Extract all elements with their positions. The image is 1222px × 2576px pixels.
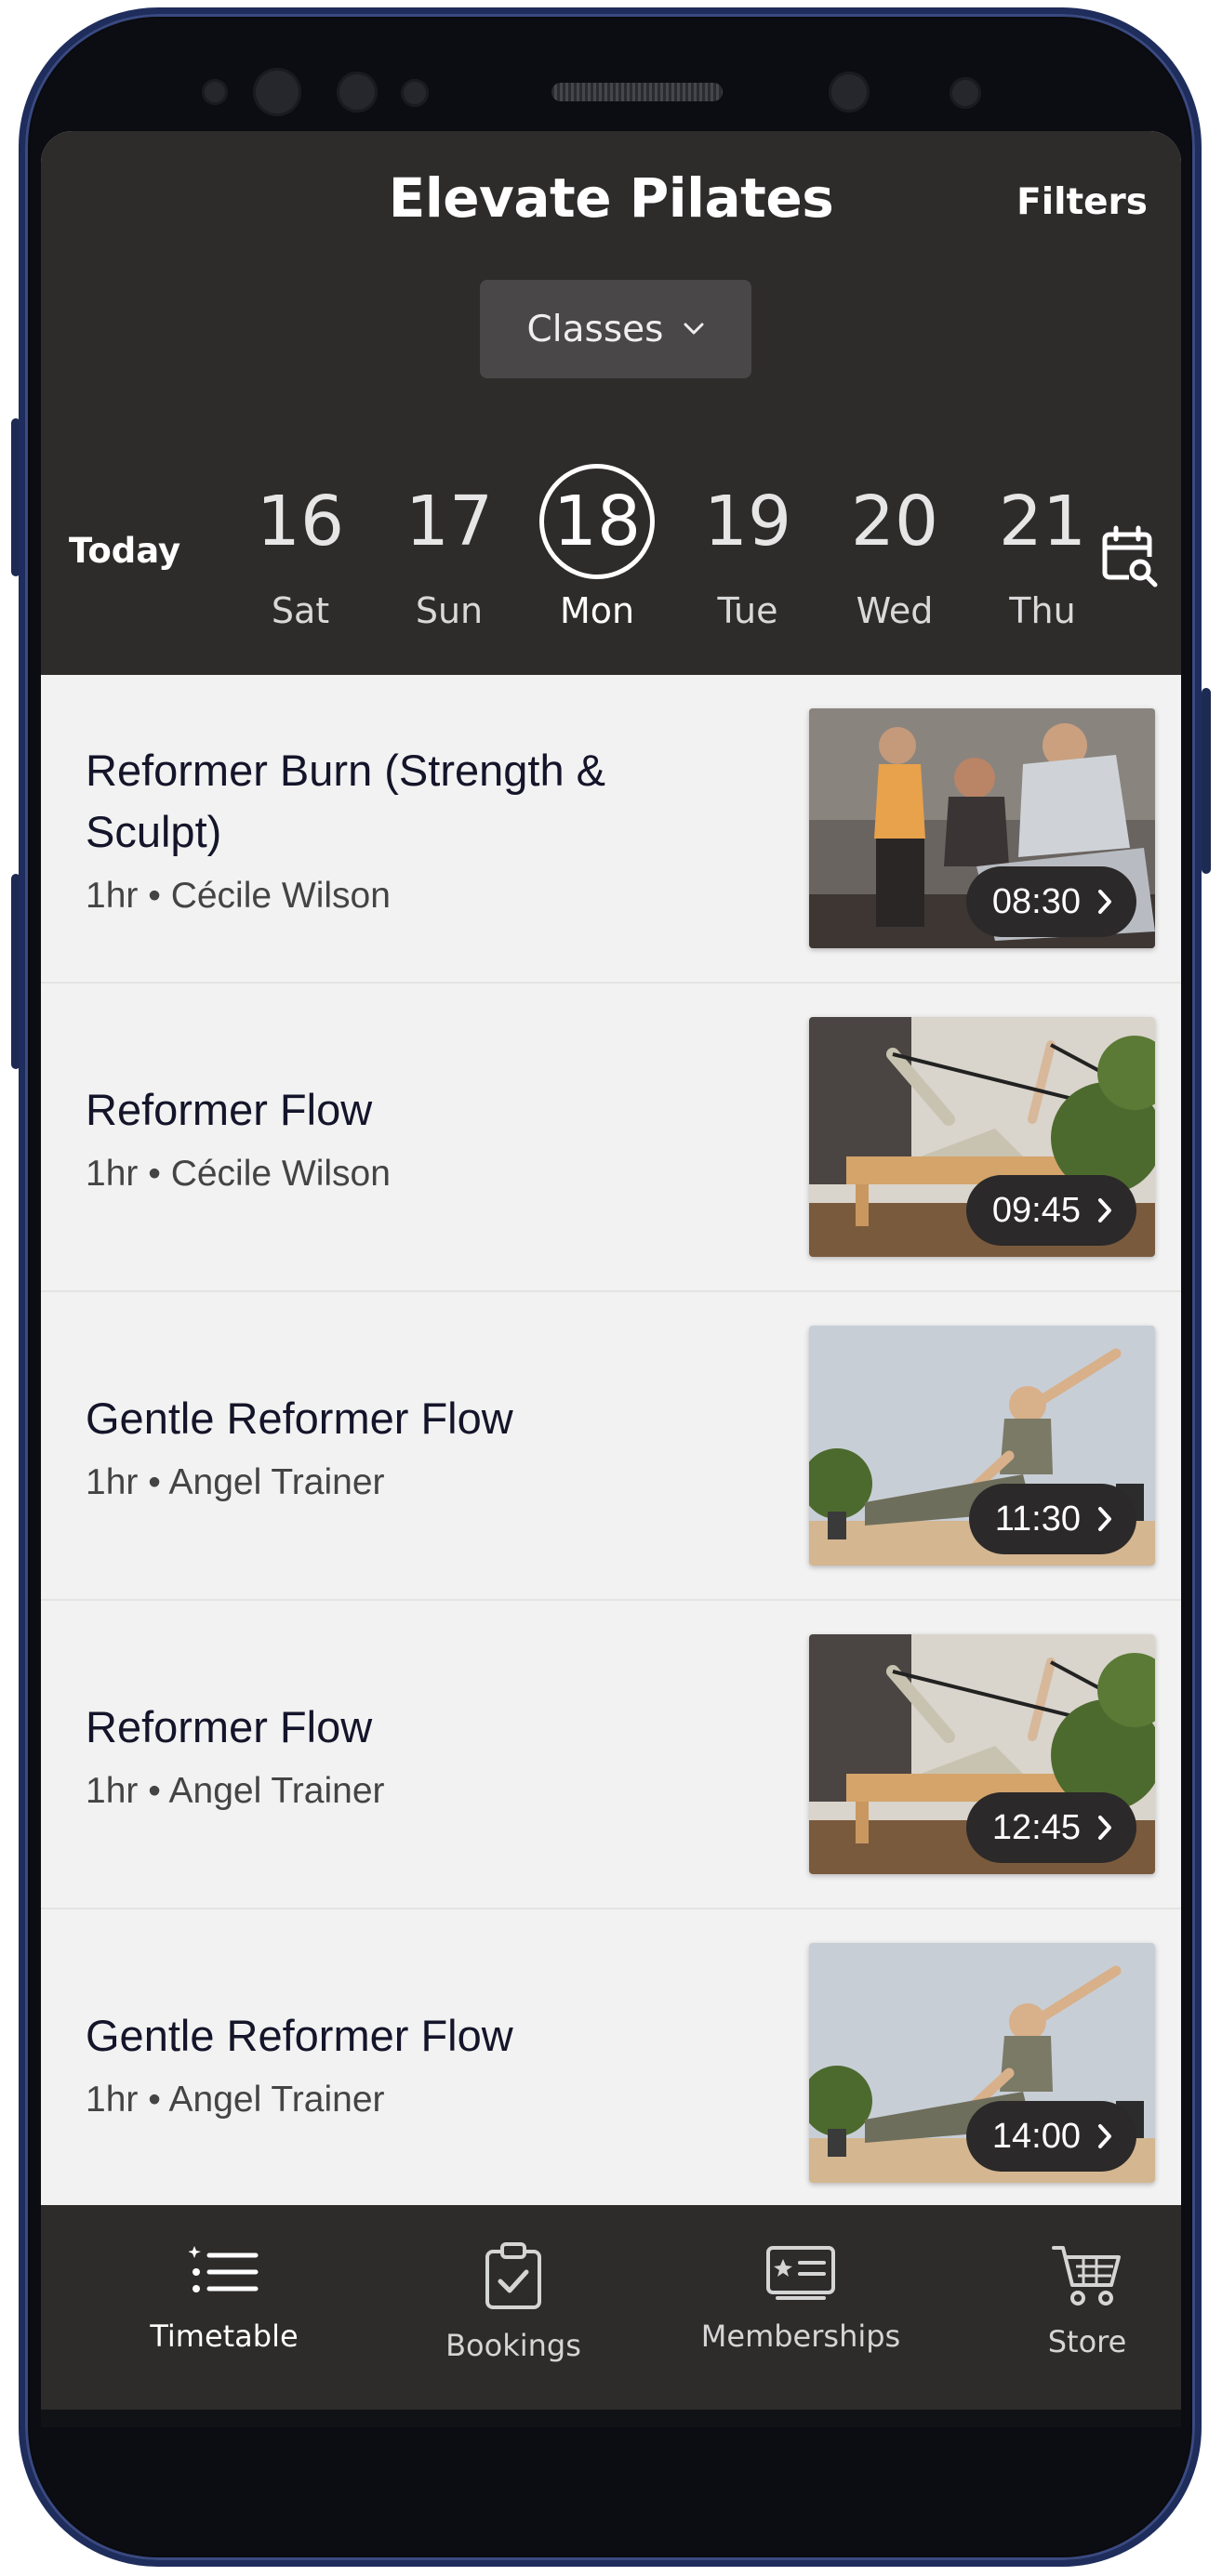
sensor [202, 79, 228, 105]
bottom-nav: Timetable Bookings Memberships Store [41, 2205, 1181, 2410]
class-time-button[interactable]: 11:30 [968, 1484, 1136, 1554]
tab-timetable[interactable]: Timetable [108, 2242, 340, 2354]
class-row[interactable]: Gentle Reformer Flow 1hr • Angel Trainer [41, 1292, 1181, 1601]
class-meta: 1hr • Cécile Wilson [86, 1153, 391, 1194]
date-weekday: Thu [1009, 590, 1076, 631]
class-thumbnail: 14:00 [809, 1943, 1155, 2183]
class-time: 08:30 [991, 881, 1081, 921]
class-name: Gentle Reformer Flow [86, 2011, 513, 2061]
page-title: Elevate Pilates [388, 166, 834, 230]
earpiece [551, 83, 723, 101]
class-name: Gentle Reformer Flow [86, 1394, 513, 1444]
date-number: 17 [405, 482, 494, 561]
category-dropdown-label: Classes [526, 308, 664, 350]
power-button [1202, 688, 1211, 874]
class-thumbnail: 09:45 [809, 1017, 1155, 1257]
chevron-right-icon [1097, 1815, 1112, 1841]
today-button[interactable]: Today [69, 531, 180, 571]
class-time-button[interactable]: 09:45 [965, 1175, 1136, 1246]
filters-button[interactable]: Filters [1016, 181, 1148, 223]
class-name: Reformer Burn (Strength & Sculpt) [86, 746, 605, 856]
chevron-down-icon [684, 323, 704, 336]
date-17[interactable]: 17 Sun [384, 456, 514, 631]
front-camera [829, 72, 870, 112]
date-number: 21 [998, 482, 1087, 561]
class-row[interactable]: Reformer Flow 1hr • Angel Trainer 12:45 [41, 1601, 1181, 1909]
calendar-search-icon[interactable] [1101, 525, 1161, 594]
date-19[interactable]: 19 Tue [683, 456, 813, 631]
date-18-selected[interactable]: 18 Mon [532, 456, 662, 631]
class-row[interactable]: Gentle Reformer Flow 1hr • Angel Trainer [41, 1909, 1181, 2218]
class-meta: 1hr • Angel Trainer [86, 1770, 385, 1811]
class-time: 11:30 [994, 1499, 1081, 1539]
class-name: Reformer Flow [86, 1085, 373, 1135]
tab-label: Store [1047, 2324, 1127, 2359]
tab-label: Bookings [445, 2328, 581, 2363]
tab-store[interactable]: Store [971, 2242, 1181, 2359]
class-meta: 1hr • Cécile Wilson [86, 875, 391, 916]
class-row[interactable]: Reformer Flow 1hr • Cécile Wilson 09:45 [41, 984, 1181, 1292]
sensor [253, 68, 301, 116]
date-weekday: Wed [856, 590, 934, 631]
chevron-right-icon [1097, 1197, 1112, 1223]
tab-label: Memberships [700, 2318, 901, 2354]
date-number: 19 [703, 482, 792, 561]
class-list: Reformer Burn (Strength & Sculpt) 1hr • … [41, 675, 1181, 2218]
date-21[interactable]: 21 Thu [977, 456, 1108, 631]
date-weekday: Mon [559, 590, 635, 631]
date-weekday: Sun [415, 590, 484, 631]
class-thumbnail: 11:30 [809, 1326, 1155, 1565]
class-row[interactable]: Reformer Burn (Strength & Sculpt) 1hr • … [41, 675, 1181, 984]
date-number: 18 [539, 464, 655, 579]
tab-label: Timetable [150, 2318, 299, 2354]
system-nav-bar [41, 2410, 1181, 2427]
sensor [950, 77, 981, 109]
category-dropdown[interactable]: Classes [480, 280, 751, 378]
class-time-button[interactable]: 08:30 [965, 866, 1136, 937]
tab-bookings[interactable]: Bookings [397, 2242, 630, 2363]
date-weekday: Sat [271, 590, 330, 631]
sensor [337, 72, 378, 112]
chevron-right-icon [1097, 1506, 1112, 1532]
class-time: 09:45 [991, 1190, 1081, 1230]
chevron-right-icon [1097, 889, 1112, 915]
list-icon [108, 2242, 340, 2302]
sensor [401, 79, 429, 107]
cart-icon [971, 2242, 1181, 2307]
date-weekday: Tue [717, 590, 778, 631]
class-name: Reformer Flow [86, 1702, 373, 1752]
class-time-button[interactable]: 14:00 [965, 2101, 1136, 2172]
id-card-icon [684, 2242, 917, 2302]
chevron-right-icon [1097, 2123, 1112, 2149]
class-thumbnail: 08:30 [809, 708, 1155, 948]
class-thumbnail: 12:45 [809, 1634, 1155, 1874]
app-screen: Elevate Pilates Filters Classes Today 16… [41, 131, 1181, 2427]
class-meta: 1hr • Angel Trainer [86, 2079, 385, 2120]
date-number: 20 [850, 482, 939, 561]
date-number: 16 [256, 482, 345, 561]
header: Elevate Pilates Filters Classes Today 16… [41, 131, 1181, 675]
date-20[interactable]: 20 Wed [830, 456, 960, 631]
tab-memberships[interactable]: Memberships [684, 2242, 917, 2354]
class-time: 12:45 [991, 1807, 1081, 1847]
class-meta: 1hr • Angel Trainer [86, 1461, 385, 1502]
class-time-button[interactable]: 12:45 [965, 1792, 1136, 1863]
date-16[interactable]: 16 Sat [235, 456, 365, 631]
clipboard-check-icon [397, 2242, 630, 2311]
class-time: 14:00 [991, 2116, 1081, 2156]
